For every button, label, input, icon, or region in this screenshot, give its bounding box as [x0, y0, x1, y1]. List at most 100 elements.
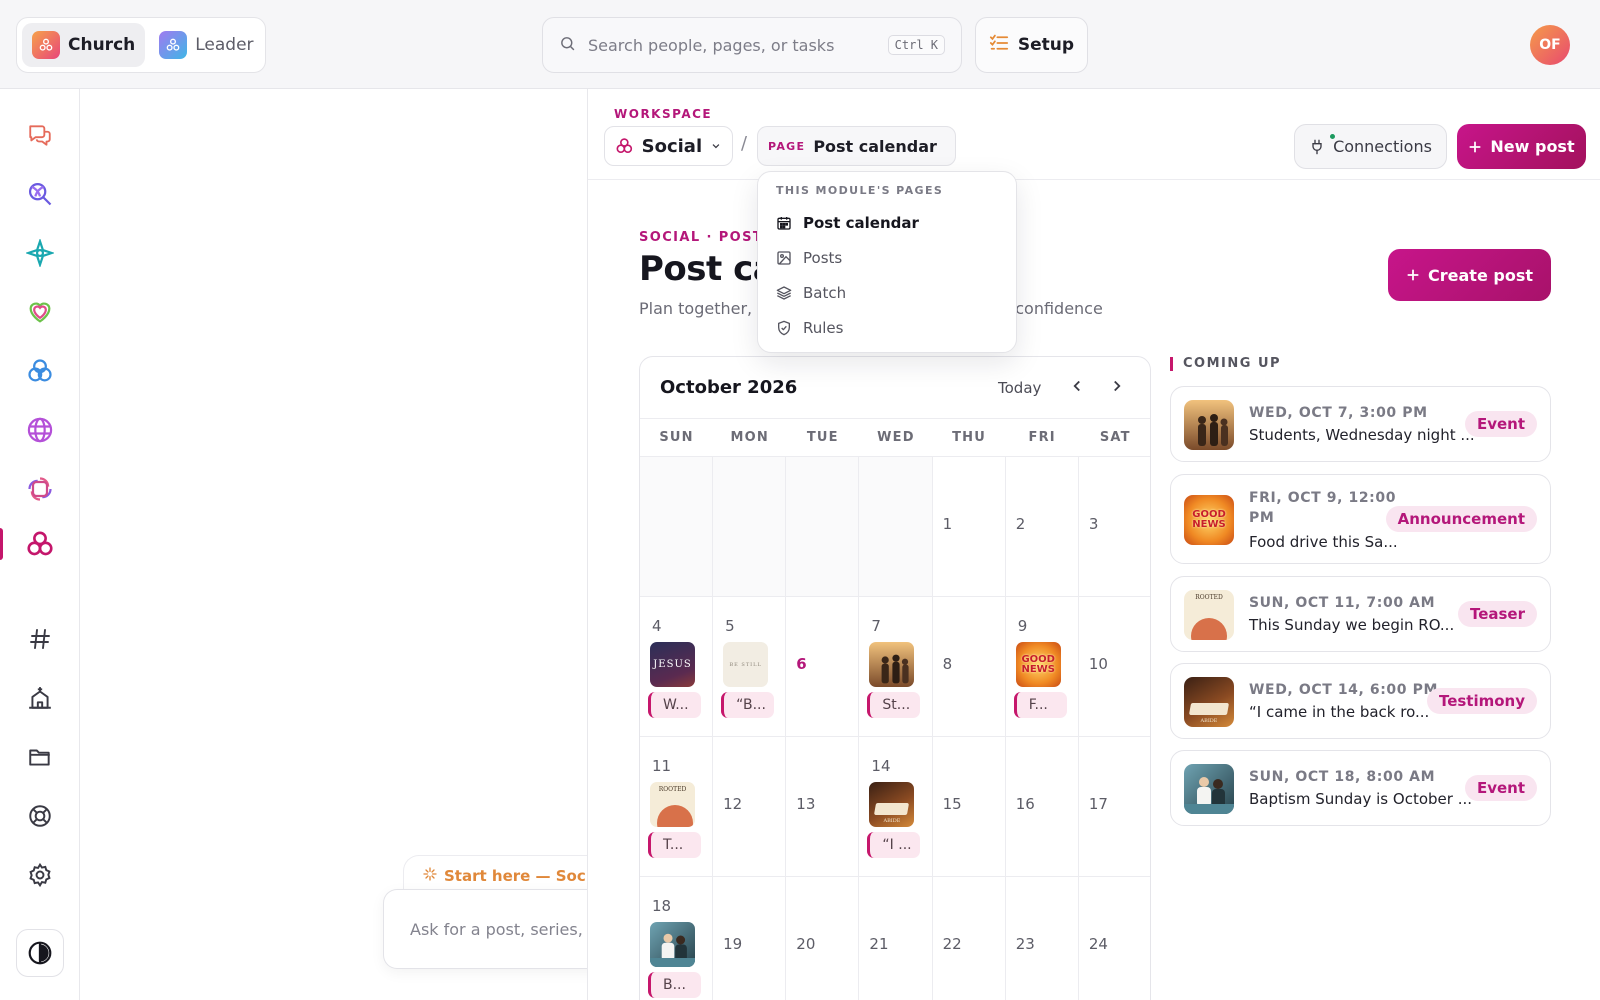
calendar-day[interactable]: 4 JESUS W...	[640, 597, 714, 737]
theme-icon	[28, 941, 52, 965]
sparkle-icon	[422, 866, 438, 886]
calendar-day[interactable]: 21	[859, 877, 933, 1000]
weekday-label: TUE	[806, 430, 839, 445]
calendar-day[interactable]: 10	[1078, 597, 1150, 737]
assistant-input[interactable]: Ask for a post, series,	[383, 889, 603, 969]
today-button[interactable]: Today	[998, 379, 1041, 397]
global-search[interactable]: Search people, pages, or tasks Ctrl K	[542, 17, 962, 73]
rail-social[interactable]	[20, 524, 60, 564]
post-thumbnail[interactable]: BE STILL	[723, 642, 769, 687]
calendar-day[interactable]: 18 B...	[640, 877, 714, 1000]
day-number: 24	[1088, 935, 1108, 953]
leader-logo-icon	[159, 31, 188, 59]
rail-design[interactable]	[20, 469, 60, 509]
weekday-label: SAT	[1099, 430, 1131, 445]
calendar-day[interactable]: 22	[933, 877, 1006, 1000]
switch-church[interactable]: Church	[22, 23, 146, 67]
rail-chat[interactable]	[20, 115, 60, 155]
calendar-day[interactable]: 14 ABIDE “I ...	[859, 737, 933, 877]
post-thumbnail: ROOTED	[1184, 590, 1234, 640]
calendar-day[interactable]: 3	[1078, 457, 1150, 597]
calendar-day[interactable]: 19	[713, 877, 787, 1000]
calendar-day[interactable]: 1	[932, 457, 1006, 597]
coming-up-item[interactable]: GOOD NEWS FRI, OCT 9, 12:00 PM Food drive…	[1170, 474, 1551, 564]
post-thumbnail[interactable]: ABIDE	[869, 782, 915, 827]
image-icon	[777, 250, 791, 265]
day-number: 19	[723, 935, 743, 953]
calendar-day[interactable]: 20	[786, 877, 860, 1000]
post-thumbnail[interactable]: ROOTED	[650, 782, 695, 827]
rail-missions[interactable]	[20, 410, 60, 450]
prev-month-button[interactable]	[1068, 377, 1086, 399]
breadcrumb-separator: /	[741, 133, 748, 154]
page-selector[interactable]: PAGE Post calendar	[757, 126, 956, 166]
user-avatar[interactable]: OF	[1530, 25, 1570, 65]
rail-files[interactable]	[20, 737, 60, 777]
post-thumbnail[interactable]	[650, 922, 695, 967]
search-shortcut: Ctrl K	[887, 35, 945, 55]
calendar-day[interactable]: 13	[786, 737, 860, 877]
next-month-button[interactable]	[1108, 377, 1126, 399]
post-chip[interactable]: B...	[648, 972, 701, 998]
coming-up-item[interactable]: WED, OCT 7, 3:00 PM Students, Wednesday …	[1170, 386, 1551, 462]
calendar-day[interactable]: 17	[1078, 737, 1150, 877]
post-chip[interactable]: T...	[648, 832, 701, 858]
post-thumbnail[interactable]	[869, 642, 915, 687]
calendar-day[interactable]: 11 ROOTED T...	[640, 737, 714, 877]
weekday-label: FRI	[1028, 430, 1056, 445]
post-thumbnail[interactable]: GOOD NEWS	[1015, 642, 1061, 687]
rail-people-search[interactable]	[20, 174, 60, 214]
post-chip[interactable]: St...	[867, 692, 921, 718]
rail-active-indicator	[0, 528, 3, 560]
post-chip[interactable]: F...	[1013, 692, 1067, 718]
calendar-day[interactable]: 7 St...	[859, 597, 933, 737]
rail-channels[interactable]	[20, 619, 60, 659]
rail-help[interactable]	[20, 796, 60, 836]
weekday-label: SUN	[659, 430, 694, 445]
post-chip[interactable]: “B...	[721, 692, 775, 718]
post-date: SUN, OCT 11, 7:00 AM	[1249, 595, 1436, 611]
page-menu-item-posts[interactable]: Posts	[758, 240, 1016, 275]
day-number: 11	[652, 757, 672, 775]
calendar-day[interactable]: 23	[1006, 877, 1079, 1000]
search-placeholder[interactable]: Search people, pages, or tasks	[588, 36, 876, 55]
coming-up-item[interactable]: ABIDE WED, OCT 14, 6:00 PM “I came in th…	[1170, 663, 1551, 739]
page-menu-item-post-calendar[interactable]: Post calendar	[758, 205, 1016, 240]
calendar-day[interactable]: 12	[713, 737, 787, 877]
calendar-day[interactable]: 16	[1005, 737, 1079, 877]
coming-up-item[interactable]: ROOTED SUN, OCT 11, 7:00 AM This Sunday …	[1170, 576, 1551, 652]
post-chip[interactable]: “I ...	[867, 832, 921, 858]
new-post-button[interactable]: New post	[1457, 124, 1586, 169]
calendar-day[interactable]: 2	[1005, 457, 1079, 597]
setup-label: Setup	[1017, 35, 1075, 55]
theme-toggle[interactable]	[16, 929, 64, 977]
page-menu-item-batch[interactable]: Batch	[758, 275, 1016, 310]
post-chip[interactable]: W...	[648, 692, 701, 718]
day-number: 17	[1088, 795, 1108, 813]
rail-settings[interactable]	[20, 855, 60, 895]
calendar-day[interactable]: 15	[932, 737, 1006, 877]
calendar-day[interactable]: 24	[1079, 877, 1150, 1000]
church-logo-icon	[32, 31, 60, 59]
calendar-header: October 2026 Today	[640, 357, 1150, 419]
rail-care[interactable]	[20, 292, 60, 332]
calendar-day[interactable]: 5 BE STILL “B...	[713, 597, 787, 737]
calendar-day[interactable]: 9 GOOD NEWS F...	[1005, 597, 1079, 737]
coming-up-item[interactable]: SUN, OCT 18, 8:00 AM Baptism Sunday is O…	[1170, 750, 1551, 826]
post-thumbnail[interactable]: JESUS	[650, 642, 695, 687]
connections-button[interactable]: Connections	[1294, 124, 1447, 169]
day-number: 7	[871, 617, 881, 635]
create-post-button[interactable]: Create post	[1388, 249, 1551, 301]
rail-compass[interactable]	[20, 233, 60, 273]
rail-groups[interactable]	[20, 351, 60, 391]
day-number: 21	[869, 935, 889, 953]
subtitle-left: Plan together,	[639, 299, 753, 318]
calendar-day[interactable]: 6	[786, 597, 860, 737]
calendar-day[interactable]: 8	[932, 597, 1006, 737]
switch-leader[interactable]: Leader	[149, 23, 263, 67]
calendar-day-empty	[859, 457, 933, 597]
setup-button[interactable]: Setup	[975, 17, 1088, 73]
workspace-selector[interactable]: Social	[604, 126, 733, 166]
page-menu-item-rules[interactable]: Rules	[758, 310, 1016, 345]
rail-church[interactable]	[20, 678, 60, 718]
